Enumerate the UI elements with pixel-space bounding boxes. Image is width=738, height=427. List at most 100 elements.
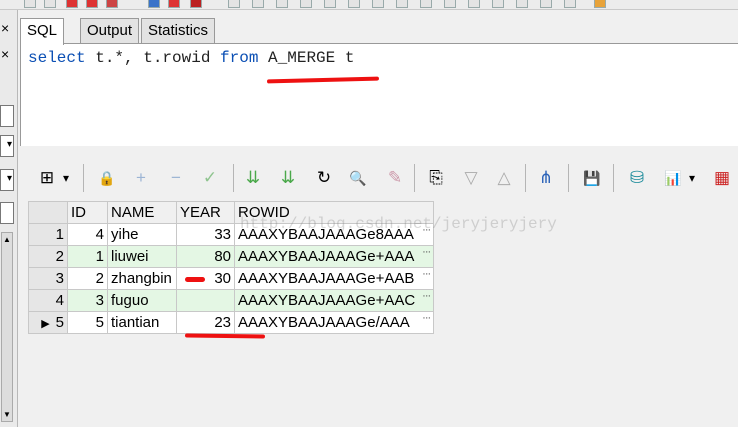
add-record-icon[interactable]: + <box>129 166 153 190</box>
side-field[interactable] <box>0 105 14 127</box>
lock-icon[interactable]: 🔒 <box>95 166 119 190</box>
chevron-down-icon[interactable]: ▾ <box>686 166 698 190</box>
cell-rowid[interactable]: AAAXYBAAJAAAGe/AAA ··· <box>233 311 435 334</box>
cell-year[interactable]: 30 <box>176 267 235 290</box>
tab-sql[interactable]: SQL <box>20 18 65 45</box>
toolbar-icon[interactable] <box>252 0 264 8</box>
save-icon[interactable]: 💾 <box>580 166 604 190</box>
sql-table-name: A_MERGE <box>268 49 336 67</box>
cell-year[interactable] <box>176 289 235 312</box>
cell-year[interactable]: 33 <box>176 223 235 246</box>
toolbar-icon[interactable] <box>348 0 360 8</box>
row-number[interactable]: 2 <box>28 245 68 268</box>
current-row-indicator-icon: ▶ <box>41 318 50 330</box>
cell-editor-button[interactable]: ··· <box>422 312 431 324</box>
cell-name[interactable]: fuguo <box>107 289 177 312</box>
fetch-next-page-icon[interactable]: ⇊ <box>241 166 265 190</box>
side-dropdown[interactable]: ▾ <box>0 135 14 157</box>
tree-view-icon[interactable]: ⋔ <box>534 166 558 190</box>
column-header-name[interactable]: NAME <box>107 201 177 224</box>
row-number[interactable]: 4 <box>28 289 68 312</box>
cell-rowid[interactable]: AAAXYBAAJAAAGe+AAA ··· <box>233 245 435 268</box>
column-header-year[interactable]: YEAR <box>176 201 235 224</box>
table-row[interactable]: 3 2 zhangbin 30 AAAXYBAAJAAAGe+AAB ··· <box>28 267 435 290</box>
delete-record-icon[interactable]: − <box>164 166 188 190</box>
cell-name[interactable]: yihe <box>107 223 177 246</box>
toolbar-icon[interactable] <box>516 0 528 8</box>
cell-id[interactable]: 1 <box>67 245 108 268</box>
grid-layout-icon[interactable]: ⊞ <box>35 166 59 190</box>
cell-year[interactable]: 23 <box>176 311 235 334</box>
row-number[interactable]: 3 <box>28 267 68 290</box>
sql-columns: t.*, t.rowid <box>85 49 221 67</box>
toolbar-icon[interactable] <box>420 0 432 8</box>
toolbar-icon[interactable] <box>396 0 408 8</box>
cell-editor-button[interactable]: ··· <box>422 268 431 280</box>
clear-icon[interactable]: ✎ <box>383 166 407 190</box>
sort-ascending-icon[interactable]: △ <box>492 166 516 190</box>
row-header-corner[interactable] <box>28 201 68 224</box>
toolbar-icon[interactable] <box>594 0 606 8</box>
cell-name[interactable]: zhangbin <box>107 267 177 290</box>
toolbar-icon[interactable] <box>168 0 180 8</box>
toolbar-separator <box>233 164 234 192</box>
cell-rowid[interactable]: AAAXYBAAJAAAGe+AAB ··· <box>233 267 435 290</box>
toolbar-icon[interactable] <box>228 0 240 8</box>
toolbar-icon[interactable] <box>106 0 118 8</box>
table-view-icon[interactable]: ▦ <box>710 166 734 190</box>
toolbar-icon[interactable] <box>324 0 336 8</box>
table-row[interactable]: 2 1 liuwei 80 AAAXYBAAJAAAGe+AAA ··· <box>28 245 435 268</box>
side-dropdown[interactable]: ▾ <box>0 169 14 191</box>
toolbar-icon[interactable] <box>300 0 312 8</box>
cell-name[interactable]: tiantian <box>107 311 177 334</box>
cell-editor-button[interactable]: ··· <box>422 290 431 302</box>
year-value: 30 <box>214 270 231 287</box>
row-number[interactable]: 1 <box>28 223 68 246</box>
column-header-id[interactable]: ID <box>67 201 108 224</box>
side-scrollbar[interactable]: ▲ ▼ <box>1 232 13 422</box>
cell-id[interactable]: 5 <box>67 311 108 334</box>
rowid-value: AAAXYBAAJAAAGe/AAA <box>238 314 410 331</box>
find-icon[interactable]: 🔍 <box>346 166 370 190</box>
table-row[interactable]: 4 3 fuguo AAAXYBAAJAAAGe+AAC ··· <box>28 289 435 312</box>
toolbar-icon[interactable] <box>190 0 202 8</box>
toolbar-icon[interactable] <box>66 0 78 8</box>
toolbar-icon[interactable] <box>86 0 98 8</box>
close-icon[interactable]: × <box>1 20 9 36</box>
toolbar-icon[interactable] <box>492 0 504 8</box>
export-database-icon[interactable]: ⛁ <box>625 166 649 190</box>
cell-id[interactable]: 2 <box>67 267 108 290</box>
toolbar-separator <box>83 164 84 192</box>
toolbar-icon[interactable] <box>540 0 552 8</box>
close-icon[interactable]: × <box>1 46 9 62</box>
toolbar-icon[interactable] <box>44 0 56 8</box>
toolbar-icon[interactable] <box>468 0 480 8</box>
toolbar-icon[interactable] <box>24 0 36 8</box>
cell-id[interactable]: 3 <box>67 289 108 312</box>
post-changes-icon[interactable]: ✓ <box>198 166 222 190</box>
sql-editor[interactable]: select t.*, t.rowid from A_MERGE t <box>20 44 738 146</box>
side-field[interactable] <box>0 202 14 224</box>
cell-year[interactable]: 80 <box>176 245 235 268</box>
chart-icon[interactable]: 📊 <box>661 166 685 190</box>
query-by-example-icon[interactable]: ⎘ <box>424 166 448 190</box>
cell-rowid[interactable]: AAAXYBAAJAAAGe+AAC ··· <box>233 289 435 312</box>
toolbar-icon[interactable] <box>276 0 288 8</box>
row-number[interactable]: ▶ 5 <box>28 311 68 334</box>
toolbar-icon[interactable] <box>148 0 160 8</box>
sql-statement[interactable]: select t.*, t.rowid from A_MERGE t <box>28 49 354 67</box>
tab-statistics[interactable]: Statistics <box>141 18 216 44</box>
sort-descending-icon[interactable]: ▽ <box>459 166 483 190</box>
chevron-down-icon[interactable]: ▾ <box>60 166 72 190</box>
toolbar-icon[interactable] <box>372 0 384 8</box>
refresh-icon[interactable]: ↻ <box>312 166 336 190</box>
fetch-all-icon[interactable]: ⇊ <box>276 166 300 190</box>
toolbar-icon[interactable] <box>444 0 456 8</box>
cell-name[interactable]: liuwei <box>107 245 177 268</box>
tab-output[interactable]: Output <box>80 18 140 44</box>
red-underline-annotation <box>184 333 266 339</box>
cell-id[interactable]: 4 <box>67 223 108 246</box>
cell-editor-button[interactable]: ··· <box>422 246 431 258</box>
toolbar-icon[interactable] <box>564 0 576 8</box>
table-row[interactable]: ▶ 5 5 tiantian 23 AAAXYBAAJAAAGe/AAA ··· <box>28 311 435 334</box>
